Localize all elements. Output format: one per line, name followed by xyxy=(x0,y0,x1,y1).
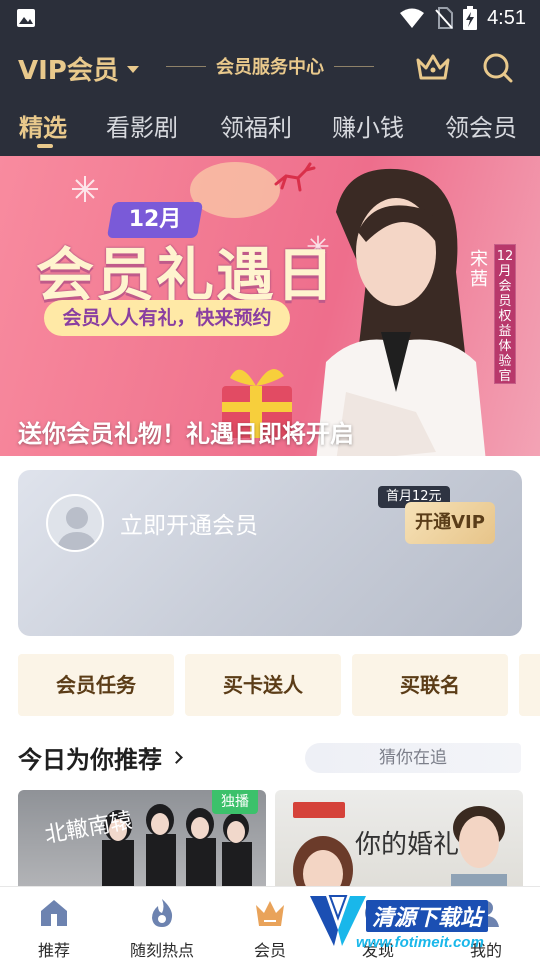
poster-tag xyxy=(293,802,345,818)
tab-get-member[interactable]: 领会员 xyxy=(445,108,517,143)
recommend-title-label: 今日为你推荐 xyxy=(18,746,162,774)
sim-none-icon xyxy=(435,7,454,29)
battery-charging-icon xyxy=(463,6,478,30)
search-icon[interactable] xyxy=(480,50,516,86)
divider-left xyxy=(166,65,206,67)
crown-icon xyxy=(256,901,284,926)
tab-indicator xyxy=(37,144,53,148)
user-placeholder-icon xyxy=(56,507,98,550)
poster-card[interactable]: 北轍南辕 独播 xyxy=(18,790,266,900)
recommend-title[interactable]: 今日为你推荐 xyxy=(18,740,183,775)
image-icon xyxy=(17,9,35,27)
caret-down-icon xyxy=(126,66,139,73)
banner-decoration xyxy=(190,162,280,218)
follow-button[interactable]: 猜你在追 xyxy=(305,743,521,773)
vip-title-label: VIP会员 xyxy=(18,56,119,86)
member-service-center[interactable]: 会员服务中心 xyxy=(160,54,380,78)
spokesperson-image xyxy=(316,168,486,456)
status-time: 4:51 xyxy=(487,6,526,29)
tab-benefits[interactable]: 领福利 xyxy=(220,108,292,143)
category-tabs: 精选 看影剧 领福利 赚小钱 领会员 xyxy=(0,108,540,156)
task-member-tasks[interactable]: 会员任务 xyxy=(18,654,174,716)
tab-earn[interactable]: 赚小钱 xyxy=(332,108,404,143)
chevron-right-icon xyxy=(170,751,183,764)
nav-label: 推荐 xyxy=(37,941,70,960)
spokesperson-name: 宋茜 xyxy=(470,249,488,290)
side-tag: 12月会员权益体验官 xyxy=(494,244,516,384)
tab-movies[interactable]: 看影剧 xyxy=(106,108,178,143)
open-vip-button[interactable]: 开通VIP xyxy=(405,502,495,544)
flame-icon xyxy=(152,899,173,927)
nav-member[interactable]: 会员 xyxy=(225,897,315,960)
wifi-icon xyxy=(400,8,425,28)
status-bar: 4:51 xyxy=(0,0,540,36)
crown-icon[interactable] xyxy=(414,50,452,84)
quick-tasks: 会员任务 买卡送人 买联名 xyxy=(18,654,540,716)
poster-actor-image xyxy=(451,806,507,900)
watermark: 清源下载站 www.fotimeit.com xyxy=(306,890,526,956)
home-icon xyxy=(41,900,67,926)
watermark-title: 清源下载站 xyxy=(366,900,489,932)
banner-subtitle: 会员人人有礼，快来预约 xyxy=(44,300,290,336)
header: VIP会员 会员服务中心 精选 看影剧 领福利 赚小钱 领会员 xyxy=(0,36,540,156)
task-more[interactable] xyxy=(519,654,540,716)
center-title-label: 会员服务中心 xyxy=(216,57,324,78)
member-card[interactable]: 立即开通会员 首月12元 开通VIP xyxy=(18,470,522,636)
banner-caption: 送你会员礼物！礼遇日即将开启 xyxy=(18,420,354,448)
open-member-text[interactable]: 立即开通会员 xyxy=(120,506,258,540)
poster-card[interactable]: 你的婚礼 xyxy=(275,790,523,900)
task-cobrand[interactable]: 买联名 xyxy=(352,654,508,716)
vip-title-dropdown[interactable]: VIP会员 xyxy=(18,50,139,87)
divider-right xyxy=(334,65,374,67)
snowflake-icon xyxy=(72,176,98,202)
task-buy-card-gift[interactable]: 买卡送人 xyxy=(185,654,341,716)
watermark-url: www.fotimeit.com xyxy=(356,934,484,951)
nav-recommend[interactable]: 推荐 xyxy=(9,897,99,960)
exclusive-badge: 独播 xyxy=(212,790,258,814)
avatar[interactable] xyxy=(46,494,104,552)
nav-hot[interactable]: 随刻热点 xyxy=(117,897,207,960)
nav-label: 会员 xyxy=(253,941,286,960)
tab-selected[interactable]: 精选 xyxy=(19,108,67,143)
nav-label: 随刻热点 xyxy=(129,941,194,960)
promo-banner[interactable]: 12月 会员礼遇日 会员人人有礼，快来预约 宋茜 12月会员权益体验官 送你会员… xyxy=(0,156,540,456)
